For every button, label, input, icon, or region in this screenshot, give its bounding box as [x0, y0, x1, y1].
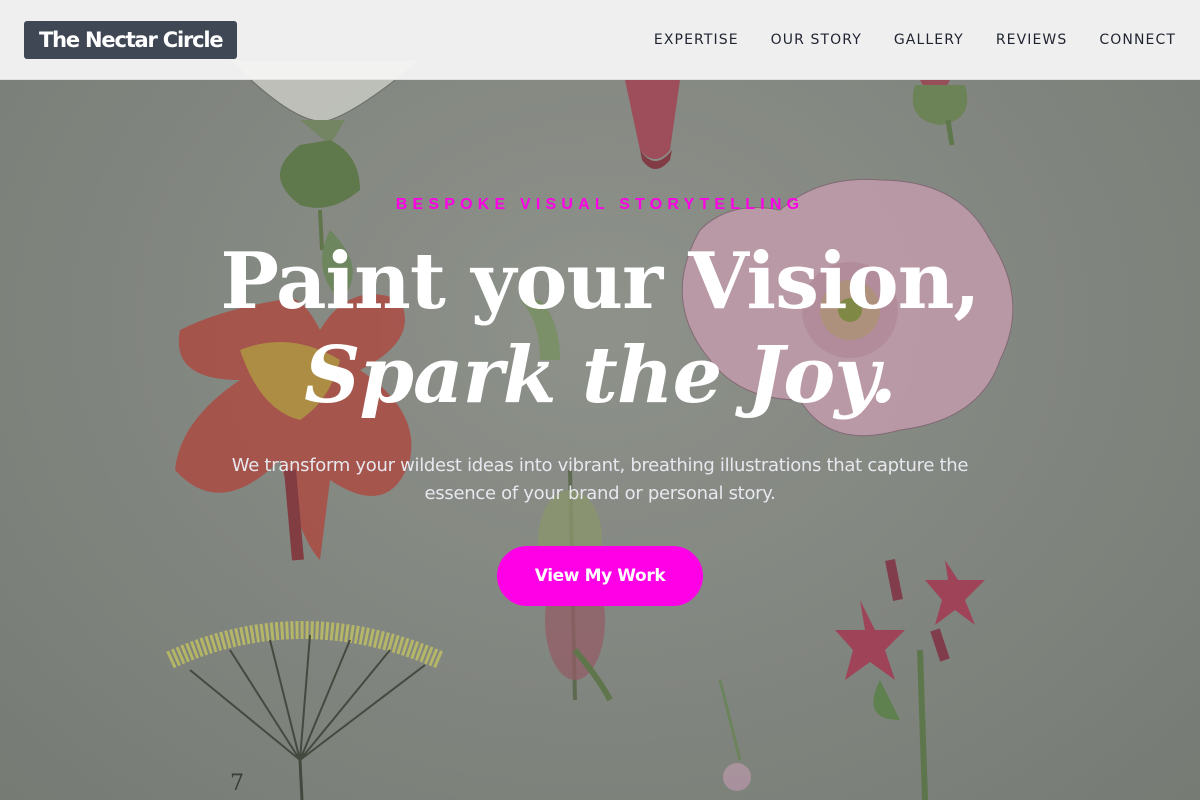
headline-line-2: Spark the Joy.: [304, 330, 897, 421]
nav-item-connect[interactable]: CONNECT: [1099, 32, 1176, 48]
nav-item-expertise[interactable]: EXPERTISE: [654, 32, 739, 48]
nav-item-gallery[interactable]: GALLERY: [894, 32, 964, 48]
brand-logo[interactable]: The Nectar Circle: [24, 21, 238, 59]
nav-links: EXPERTISE OUR STORY GALLERY REVIEWS CONN…: [654, 0, 1176, 80]
nav-item-reviews[interactable]: REVIEWS: [996, 32, 1068, 48]
hero-section: BESPOKE VISUAL STORYTELLING Paint your V…: [0, 80, 1200, 800]
view-my-work-button[interactable]: View My Work: [497, 546, 703, 606]
hero-subtext: We transform your wildest ideas into vib…: [231, 455, 969, 504]
headline-line-1: Paint your Vision,: [220, 236, 980, 327]
nav-item-our-story[interactable]: OUR STORY: [771, 32, 862, 48]
hero-eyebrow: BESPOKE VISUAL STORYTELLING: [395, 196, 805, 213]
navbar: The Nectar Circle EXPERTISE OUR STORY GA…: [0, 0, 1200, 80]
